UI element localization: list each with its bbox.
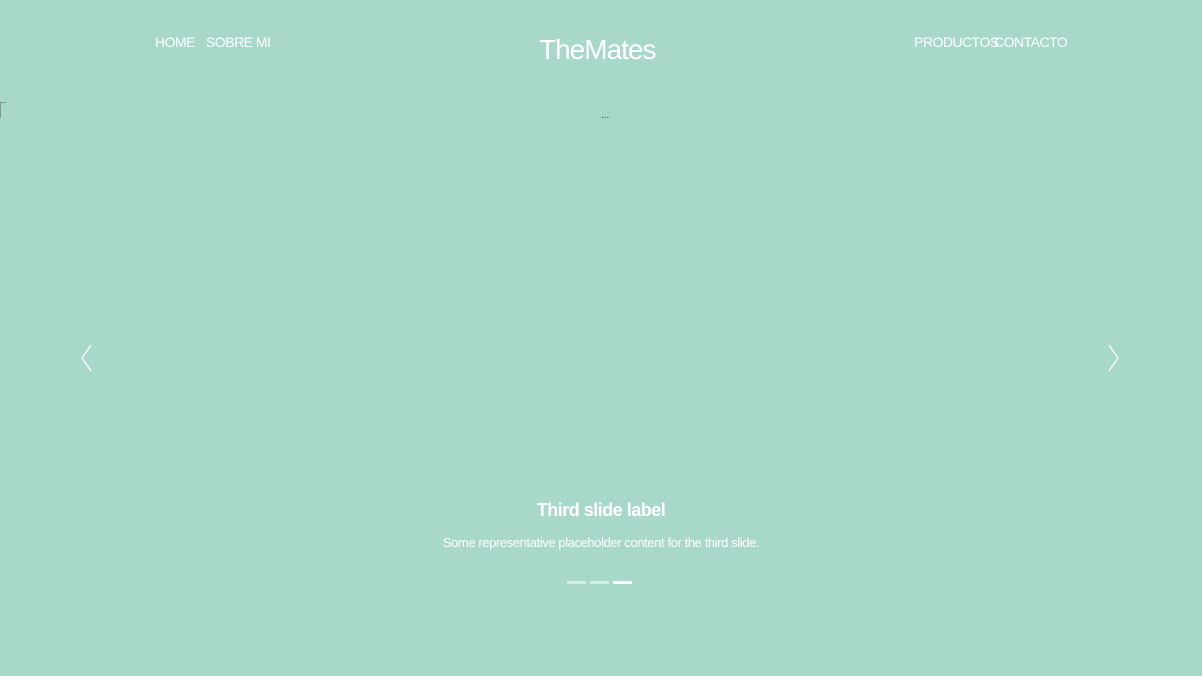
chevron-left-icon (81, 344, 92, 372)
carousel-next-button[interactable] (1094, 338, 1134, 378)
navbar: HOME SOBRE MI TheMates PRODUCTOS CONTACT… (0, 0, 1202, 90)
broken-image-icon (0, 102, 6, 118)
carousel-indicators (567, 581, 632, 584)
slide-caption-title: Third slide label (536, 500, 666, 520)
nav-link-productos[interactable]: PRODUCTOS (914, 34, 999, 50)
nav-link-contacto[interactable]: CONTACTO (994, 34, 1068, 50)
slide-caption-text: Some representative placeholder content … (442, 535, 760, 550)
nav-link-sobre-mi[interactable]: SOBRE MI (206, 34, 271, 50)
slide-image-alt-text: ... (601, 110, 610, 121)
carousel-prev-button[interactable] (66, 338, 106, 378)
brand-logo[interactable]: TheMates (539, 34, 656, 66)
carousel-indicator-3[interactable] (613, 581, 632, 584)
chevron-right-icon (1108, 344, 1119, 372)
carousel-indicator-2[interactable] (590, 581, 609, 584)
carousel-indicator-1[interactable] (567, 581, 586, 584)
nav-link-home[interactable]: HOME (155, 34, 196, 50)
